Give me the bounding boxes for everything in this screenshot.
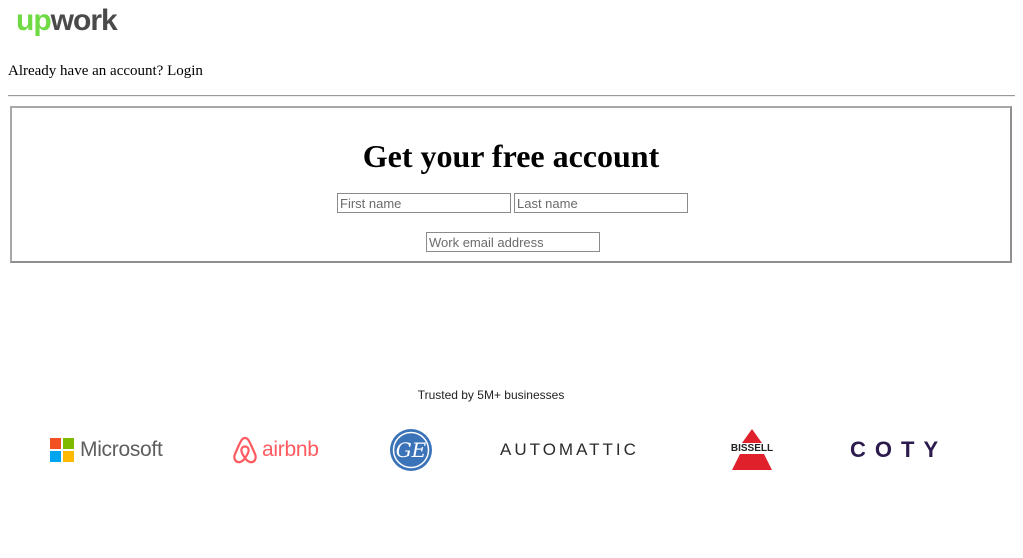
first-name-field[interactable] <box>337 193 511 213</box>
signup-title: Get your free account <box>362 138 660 174</box>
airbnb-belo-icon <box>233 436 257 464</box>
signup-form-box: Get your free account <box>10 106 1012 263</box>
bissell-emblem-icon: BISSELL <box>731 429 773 470</box>
trusted-by-heading: Trusted by 5M+ businesses <box>417 388 565 402</box>
bissell-logo: BISSELL <box>724 428 784 472</box>
ge-logo: GE <box>388 428 434 472</box>
microsoft-label: Microsoft <box>80 438 163 461</box>
work-email-field[interactable] <box>426 232 600 252</box>
coty-label: COTY <box>850 437 948 462</box>
upwork-logo[interactable]: upwork <box>16 0 118 42</box>
microsoft-logo: Microsoft <box>50 428 163 472</box>
login-prompt-text: Already have an account? <box>8 63 164 79</box>
automattic-label: AUTOMATTIC <box>500 440 639 459</box>
automattic-logo: AUTOMATTIC <box>500 428 639 472</box>
login-prompt-line: Already have an account? Login <box>8 62 203 80</box>
logo-up-text: up <box>16 4 52 37</box>
bissell-label: BISSELL <box>731 443 773 454</box>
login-link[interactable]: Login <box>167 63 203 79</box>
coty-logo: COTY <box>850 428 947 472</box>
ge-monogram-icon: GE <box>390 429 432 471</box>
airbnb-label: airbnb <box>262 438 319 461</box>
logo-work-text: work <box>50 4 118 37</box>
header-divider <box>8 95 1015 97</box>
last-name-field[interactable] <box>514 193 688 213</box>
ge-monogram-text: GE <box>396 438 427 462</box>
airbnb-logo: airbnb <box>232 428 319 472</box>
microsoft-grid-icon <box>50 438 74 462</box>
